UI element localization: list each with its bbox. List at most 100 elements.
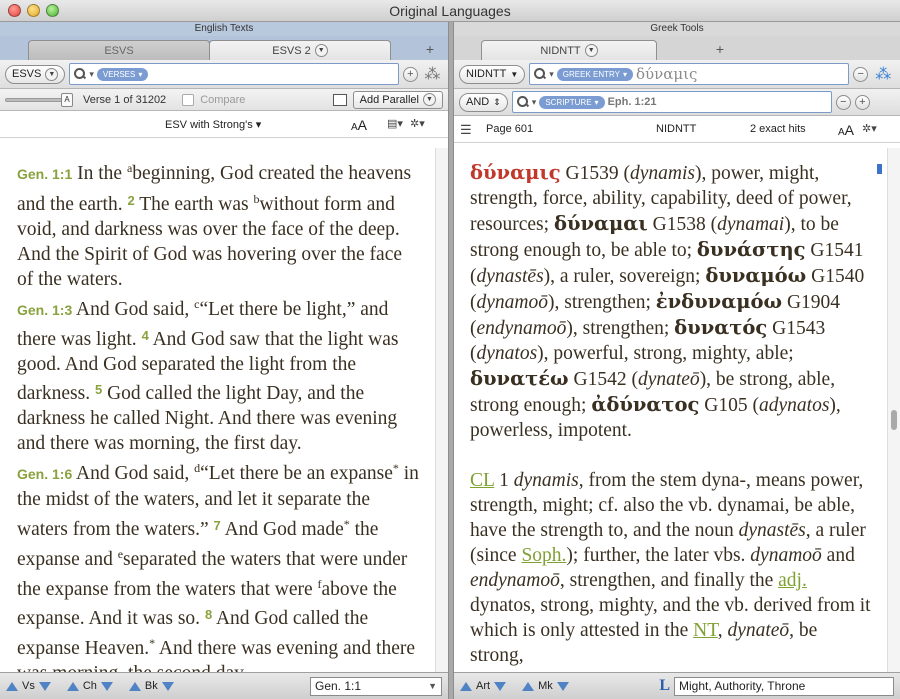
verse-text: And God said, xyxy=(72,463,195,484)
gear-icon[interactable]: ✲▾ xyxy=(410,117,425,130)
close-window-button[interactable] xyxy=(8,4,21,17)
scripture-type-pill[interactable]: SCRIPTURE ▾ xyxy=(539,95,605,109)
verse-number[interactable]: 7 xyxy=(214,518,221,533)
headword[interactable]: δύναμις xyxy=(470,161,561,184)
scripture-search-input[interactable]: ▾ SCRIPTURE ▾ Eph. 1:21 xyxy=(511,91,832,113)
nav-label: Vs xyxy=(22,680,35,692)
search-options-icon[interactable]: ▾ xyxy=(89,69,94,80)
greek-search-input[interactable]: ▾ GREEK ENTRY ▾ δύναμις xyxy=(529,63,850,85)
previous-mark-icon[interactable] xyxy=(522,681,535,691)
slider-knob[interactable]: A xyxy=(61,92,73,107)
add-tab-icon[interactable]: + xyxy=(716,41,724,57)
previous-article-icon[interactable] xyxy=(460,681,472,691)
resource-bar: ☰ Page 601 NIDNTT 2 exact hits AA ✲▾ xyxy=(454,116,900,143)
reference-field[interactable]: Gen. 1:1 ▼ xyxy=(310,676,442,696)
bookmark-icon[interactable] xyxy=(877,164,882,174)
tab-esvs-2[interactable]: ESVS 2 ▼ xyxy=(209,40,391,60)
greek-word[interactable]: ἐνδυναμόω xyxy=(656,290,782,313)
search-input[interactable]: ▾ VERSES ▾ xyxy=(69,63,400,85)
font-smaller-icon[interactable]: A xyxy=(351,122,358,133)
scrollbar-thumb[interactable] xyxy=(891,410,897,430)
font-larger-icon[interactable]: A xyxy=(845,122,854,138)
entry-text: ), powerful, strong, mighty, able; xyxy=(537,343,794,364)
next-verse-icon[interactable] xyxy=(38,681,51,691)
section-link[interactable]: CL xyxy=(470,470,494,491)
search-type-label: VERSES xyxy=(102,69,136,79)
greek-word[interactable]: δυναμόω xyxy=(705,264,806,287)
next-book-icon[interactable] xyxy=(161,681,174,691)
add-tab-icon[interactable]: + xyxy=(426,41,434,57)
section-text: , xyxy=(717,620,728,641)
add-parallel-dropdown[interactable]: Add Parallel ▼ xyxy=(352,90,443,109)
abbreviation-link[interactable]: adj. xyxy=(778,570,807,591)
greek-word[interactable]: δυνάστης xyxy=(697,238,806,261)
link-icon[interactable]: L xyxy=(659,677,670,695)
abbreviation-link[interactable]: Soph. xyxy=(521,545,566,566)
previous-verse-icon[interactable] xyxy=(6,681,18,691)
gear-icon[interactable]: ✲▾ xyxy=(862,122,877,135)
scripture-value: Eph. 1:21 xyxy=(607,96,657,108)
tab-menu-icon[interactable]: ▼ xyxy=(314,44,328,57)
module-dropdown[interactable]: ESVS ▼ xyxy=(5,64,66,84)
vertical-scrollbar[interactable] xyxy=(435,148,448,672)
browse-slider[interactable]: A xyxy=(5,92,73,107)
next-chapter-icon[interactable] xyxy=(100,681,113,691)
search-icon xyxy=(516,96,529,108)
next-article-icon[interactable] xyxy=(494,681,507,691)
topic-field[interactable]: Might, Authority, Throne xyxy=(674,676,894,696)
tab-menu-icon[interactable]: ▼ xyxy=(584,44,598,57)
module-label: NIDNTT xyxy=(466,68,507,80)
layout-icon[interactable] xyxy=(332,93,347,106)
verse-number[interactable]: 2 xyxy=(127,193,134,208)
greek-word[interactable]: δυνατός xyxy=(674,316,767,339)
verse-reference[interactable]: Gen. 1:3 xyxy=(17,302,72,318)
operator-dropdown[interactable]: AND ⇕ xyxy=(459,92,508,112)
zoom-window-button[interactable] xyxy=(46,4,59,17)
verse-number[interactable]: 4 xyxy=(142,328,149,343)
nav-label: Art xyxy=(476,680,491,692)
search-type-pill[interactable]: VERSES ▾ xyxy=(96,67,149,81)
previous-book-icon[interactable] xyxy=(128,681,141,691)
greek-word[interactable]: δυνατέω xyxy=(470,367,569,390)
previous-chapter-icon[interactable] xyxy=(66,681,79,691)
compare-checkbox[interactable] xyxy=(182,93,195,106)
tab-esvs[interactable]: ESVS xyxy=(28,40,210,60)
greek-word[interactable]: δύναμαι xyxy=(554,212,648,235)
transliteration: dynamoō xyxy=(750,545,822,566)
module-dropdown[interactable]: NIDNTT ▼ xyxy=(459,64,526,84)
verse-reference[interactable]: Gen. 1:1 xyxy=(17,166,72,182)
search-mode-icon[interactable]: ⁂ xyxy=(422,64,443,84)
table-of-contents-icon[interactable]: ☰ xyxy=(460,122,472,138)
operator-label: AND xyxy=(466,96,490,108)
notes-icon[interactable]: ▤▾ xyxy=(387,117,403,130)
font-size-controls[interactable]: AA xyxy=(351,117,367,133)
navigation-bar: Art Mk L Might, Authority, Throne xyxy=(454,672,900,699)
remove-search-field-icon[interactable]: − xyxy=(853,66,869,82)
chevron-down-icon: ▼ xyxy=(423,93,436,106)
vertical-scrollbar[interactable] xyxy=(887,148,900,672)
search-type-pill[interactable]: GREEK ENTRY ▾ xyxy=(556,67,633,81)
resource-bar: ESV with Strong's ▾ AA ▤▾ ✲▾ xyxy=(0,111,448,138)
chevron-down-icon[interactable]: ▼ xyxy=(428,681,437,691)
search-options-icon[interactable]: ▾ xyxy=(549,69,554,80)
greek-tools-pane: Greek Tools NIDNTT ▼ + NIDNTT ▼ ▾ GREEK … xyxy=(453,22,900,699)
add-search-field-icon[interactable]: + xyxy=(403,66,418,82)
next-mark-icon[interactable] xyxy=(556,681,569,691)
font-size-controls[interactable]: AA xyxy=(838,122,854,138)
tab-nidntt[interactable]: NIDNTT ▼ xyxy=(481,40,657,60)
tab-bar: ESVS ESVS 2 ▼ + xyxy=(0,36,448,60)
font-larger-icon[interactable]: A xyxy=(358,117,367,133)
font-smaller-icon[interactable]: A xyxy=(838,127,845,138)
resource-selector[interactable]: ESV with Strong's ▾ xyxy=(165,118,261,131)
search-mode-icon[interactable]: ⁂ xyxy=(872,64,894,84)
greek-word[interactable]: ἀδύνατος xyxy=(591,393,699,416)
abbreviation-link[interactable]: NT xyxy=(693,620,718,641)
verse-reference[interactable]: Gen. 1:6 xyxy=(17,466,72,482)
add-scripture-field-icon[interactable]: + xyxy=(854,94,870,110)
topic-value: Might, Authority, Throne xyxy=(679,679,806,693)
remove-scripture-field-icon[interactable]: − xyxy=(835,94,851,110)
entry-text: ), strengthen; xyxy=(548,292,656,313)
search-options-icon[interactable]: ▾ xyxy=(532,97,537,108)
minimize-window-button[interactable] xyxy=(27,4,40,17)
transliteration: adynatos xyxy=(759,395,830,416)
